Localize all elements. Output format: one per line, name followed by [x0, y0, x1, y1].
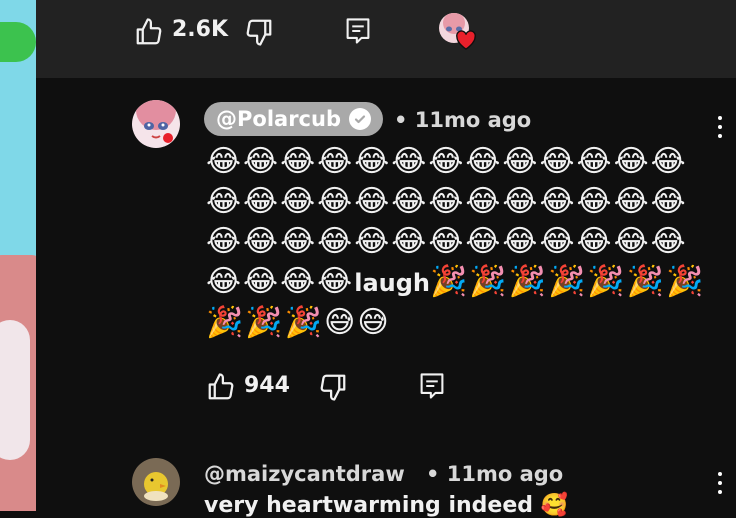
kebab-menu-icon[interactable] — [718, 472, 724, 499]
thumbnail-character-detail — [0, 320, 30, 460]
comment-body: very heartwarming indeed 🥰 — [204, 493, 569, 518]
comment-thread-item: @maizycantdraw • 11mo ago very heartwarm… — [36, 448, 736, 518]
author-chip[interactable]: @Polarcub — [204, 102, 383, 136]
thumb-up-icon[interactable] — [206, 372, 236, 402]
comment-body-word: laugh — [354, 269, 430, 297]
comment-icon[interactable] — [418, 371, 446, 401]
author-name[interactable]: @maizycantdraw — [204, 462, 405, 486]
heart-icon — [455, 30, 477, 54]
avatar[interactable] — [132, 458, 180, 506]
like-count: 944 — [244, 373, 290, 398]
kebab-menu-icon[interactable] — [718, 116, 724, 143]
thumbnail-art — [0, 22, 36, 62]
thumb-down-icon[interactable] — [318, 372, 348, 402]
comment-timestamp: • 11mo ago — [426, 462, 564, 486]
thumb-down-icon[interactable] — [244, 17, 274, 47]
parent-comment-action-bar: 2.6K — [36, 0, 736, 78]
comment-thread-item: @Polarcub • 11mo ago 😂😂😂😂😂😂😂😂😂😂😂😂😂😂😂😂😂😂😂… — [36, 78, 736, 448]
thumb-up-icon[interactable] — [134, 17, 164, 47]
comment-timestamp: • 11mo ago — [394, 108, 532, 132]
avatar[interactable] — [132, 100, 180, 148]
comment-body: 😂😂😂😂😂😂😂😂😂😂😂😂😂😂😂😂😂😂😂😂😂😂😂😂😂😂😂😂😂😂😂😂😂😂😂😂😂😂😂😂… — [206, 142, 706, 343]
comment-icon[interactable] — [344, 16, 372, 46]
author-name: @Polarcub — [216, 107, 341, 131]
like-count: 2.6K — [172, 17, 229, 42]
creator-heart-badge — [439, 13, 476, 50]
verified-check-icon — [348, 108, 371, 130]
side-video-thumbnail[interactable] — [0, 0, 36, 511]
